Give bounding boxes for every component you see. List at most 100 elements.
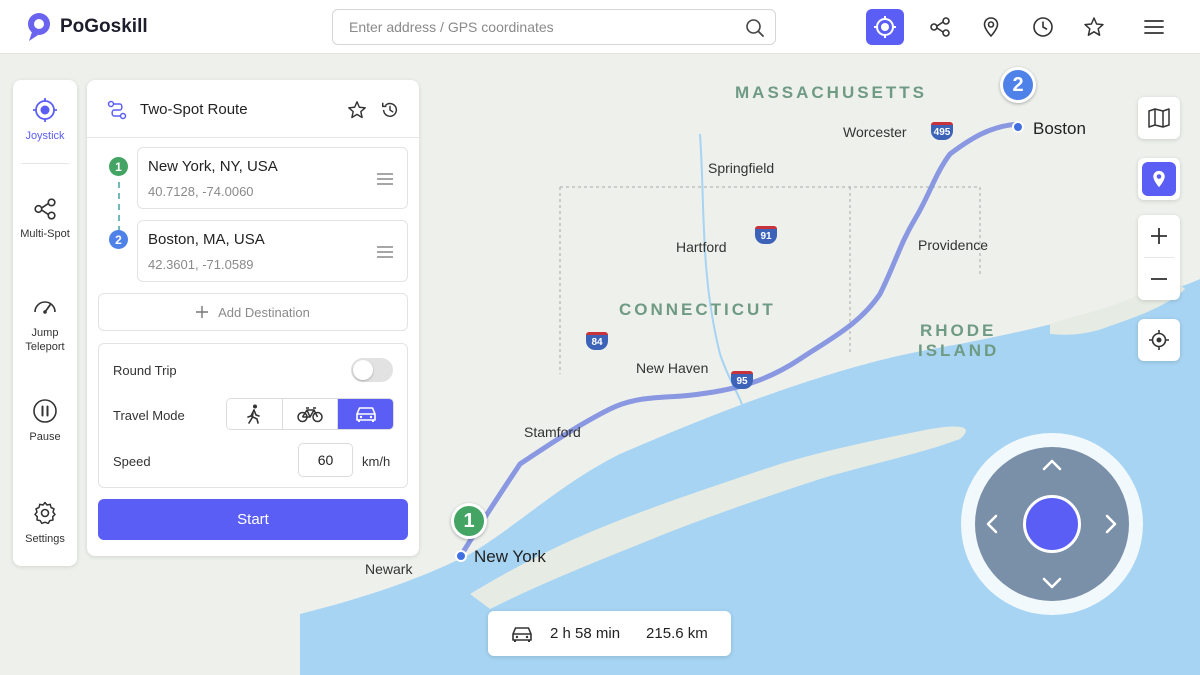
drag-handle-icon[interactable] [377, 246, 393, 258]
gear-icon [34, 501, 56, 525]
route-duration: 2 h 58 min [550, 625, 621, 642]
stop-card-end[interactable]: Boston, MA, USA 42.3601, -71.0589 [137, 220, 408, 282]
end-location-dot [1012, 121, 1024, 133]
sidebar-divider [21, 163, 69, 164]
zoom-controls [1138, 215, 1180, 300]
joystick-knob[interactable] [1023, 495, 1081, 553]
stop-connector-line [118, 182, 120, 232]
route-icon [107, 100, 127, 120]
highway-shield-495: 495 [931, 122, 953, 140]
multi-spot-button[interactable] [921, 9, 959, 45]
route-distance: 215.6 km [646, 625, 708, 642]
arrow-up-icon[interactable] [1042, 459, 1062, 471]
arrow-right-icon[interactable] [1105, 514, 1117, 534]
map-layers-button[interactable] [1138, 97, 1180, 139]
favorites-button[interactable] [1075, 9, 1113, 45]
start-marker[interactable]: 1 [451, 503, 487, 539]
stop-number-badge: 1 [109, 157, 128, 176]
history-icon[interactable] [380, 100, 400, 120]
state-label-rhode: RHODE [920, 321, 997, 340]
recenter-button[interactable] [1138, 319, 1180, 361]
speed-label: Speed [113, 454, 151, 469]
top-bar: PoGoskill [0, 0, 1200, 54]
app-logo[interactable]: PoGoskill [26, 12, 148, 42]
map-icon [1148, 108, 1170, 128]
search-icon[interactable] [745, 18, 765, 38]
menu-button[interactable] [1135, 9, 1173, 45]
drag-handle-icon[interactable] [377, 173, 393, 185]
highway-shield-95: 95 [731, 371, 753, 389]
city-label-new-haven: New Haven [636, 360, 709, 376]
history-button[interactable] [1024, 9, 1062, 45]
car-icon [512, 626, 532, 642]
plus-icon [1151, 228, 1167, 244]
sidebar-item-settings[interactable]: Settings [13, 500, 77, 546]
sidebar-item-label: Settings [25, 533, 65, 545]
multi-spot-icon [930, 17, 950, 37]
sidebar-item-pause[interactable]: Pause [13, 398, 77, 444]
app-name: PoGoskill [60, 16, 148, 37]
end-marker[interactable]: 2 [1000, 67, 1036, 103]
joystick-mode-button[interactable] [866, 9, 904, 45]
favorite-star-icon[interactable] [347, 100, 367, 120]
toggle-knob [353, 360, 373, 380]
travel-mode-selector [226, 398, 394, 430]
mode-sidebar: Joystick Multi-Spot Jump Teleport Pause [13, 80, 77, 566]
round-trip-label: Round Trip [113, 363, 177, 378]
current-location-pin-button[interactable] [1138, 158, 1180, 200]
pogoskill-logo-icon [28, 13, 50, 41]
joystick-control[interactable] [961, 433, 1143, 615]
route-options: Round Trip Travel Mode Speed 60 km/h [98, 343, 408, 488]
city-label-providence: Providence [918, 237, 989, 253]
multi-spot-icon [34, 198, 56, 220]
state-label-island: ISLAND [918, 341, 1000, 360]
sidebar-item-label: Pause [29, 431, 61, 443]
stop-coordinates: 40.7128, -74.0060 [148, 184, 254, 199]
car-icon [355, 407, 376, 422]
sidebar-item-jump-teleport[interactable]: Jump Teleport [13, 294, 77, 354]
travel-mode-walk[interactable] [227, 399, 283, 429]
location-pin-icon [1153, 170, 1165, 188]
travel-mode-bike[interactable] [282, 399, 339, 429]
sidebar-item-multi-spot[interactable]: Multi-Spot [13, 197, 77, 241]
stop-number-badge: 2 [109, 230, 128, 249]
arrow-down-icon[interactable] [1042, 577, 1062, 589]
joystick-icon [33, 98, 57, 122]
zoom-out-button[interactable] [1138, 258, 1180, 300]
zoom-in-button[interactable] [1138, 215, 1180, 257]
highway-shield-91: 91 [755, 226, 777, 244]
start-button[interactable]: Start [98, 499, 408, 540]
location-pin-icon [983, 17, 999, 38]
stop-address: Boston, MA, USA [148, 231, 265, 248]
city-label-springfield: Springfield [708, 160, 775, 176]
city-label-hartford: Hartford [676, 239, 727, 255]
search-input[interactable] [349, 10, 729, 44]
stop-card-start[interactable]: New York, NY, USA 40.7128, -74.0060 [137, 147, 408, 209]
state-label-connecticut: CONNECTICUT [619, 300, 776, 319]
panel-title: Two-Spot Route [140, 101, 248, 118]
search-bar[interactable] [332, 9, 776, 45]
pin-button-fill [1142, 162, 1176, 196]
sidebar-item-label: Jump Teleport [25, 327, 65, 353]
arrow-left-icon[interactable] [986, 514, 998, 534]
add-destination-label: Add Destination [218, 304, 310, 320]
speed-input[interactable] [298, 443, 353, 477]
start-location-dot [455, 550, 467, 562]
history-clock-icon [1033, 17, 1053, 37]
stop-address: New York, NY, USA [148, 158, 278, 175]
speed-unit: km/h [362, 454, 391, 469]
crosshair-icon [1149, 330, 1169, 350]
round-trip-toggle[interactable] [351, 358, 393, 382]
plus-icon [196, 306, 209, 318]
sidebar-item-joystick[interactable]: Joystick [13, 97, 77, 143]
add-destination-button[interactable]: Add Destination [98, 293, 408, 331]
travel-mode-car[interactable] [338, 399, 393, 429]
highway-shield-84: 84 [586, 332, 608, 350]
sidebar-item-label: Multi-Spot [20, 228, 70, 240]
state-label-massachusetts: MASSACHUSETTS [735, 83, 928, 102]
walking-icon [247, 404, 261, 424]
jump-teleport-icon [34, 301, 56, 314]
teleport-button[interactable] [972, 9, 1010, 45]
favorite-star-icon [1084, 17, 1104, 36]
city-label-worcester: Worcester [843, 124, 907, 140]
